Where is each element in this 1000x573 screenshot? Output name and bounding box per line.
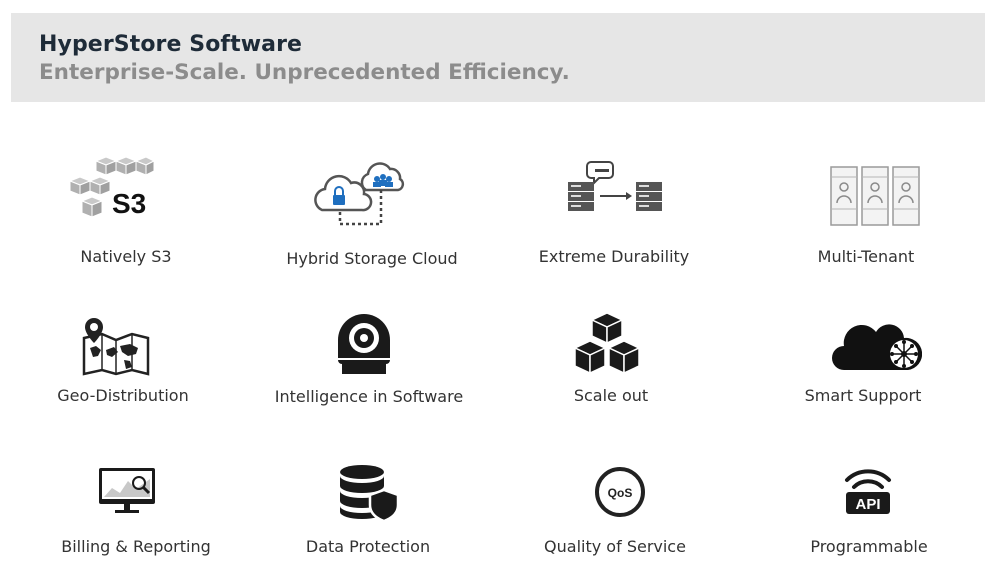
multi-tenant-icon [829, 165, 921, 227]
monitor-chart-icon [97, 466, 157, 516]
feature-label-hybrid-storage-cloud: Hybrid Storage Cloud [286, 249, 458, 268]
qos-icon-text: QoS [608, 486, 633, 500]
s3-cubes-icon: S3 [68, 155, 158, 221]
stacked-cubes-icon [572, 311, 642, 377]
hybrid-cloud-icon [310, 160, 405, 230]
header-banner: HyperStore Software Enterprise-Scale. Un… [11, 13, 985, 102]
database-shield-icon [338, 464, 400, 522]
feature-label-scale-out: Scale out [573, 386, 649, 405]
world-map-pin-icon [80, 316, 152, 376]
feature-label-intelligence-in-software: Intelligence in Software [274, 387, 464, 406]
feature-label-extreme-durability: Extreme Durability [538, 247, 690, 266]
feature-label-programmable: Programmable [810, 537, 928, 556]
feature-label-geo-distribution: Geo-Distribution [57, 386, 189, 405]
feature-label-multi-tenant: Multi-Tenant [817, 247, 915, 266]
feature-label-natively-s3: Natively S3 [80, 247, 172, 266]
s3-icon-text: S3 [112, 188, 146, 219]
qos-icon: QoS [594, 466, 646, 518]
feature-label-smart-support: Smart Support [804, 386, 922, 405]
api-icon-text: API [855, 496, 880, 513]
feature-label-quality-of-service: Quality of Service [544, 537, 686, 556]
cloud-support-icon [830, 316, 922, 374]
api-wifi-icon: API [843, 464, 893, 518]
vault-icon [334, 312, 394, 376]
page-subtitle: Enterprise-Scale. Unprecedented Efficien… [39, 60, 570, 85]
feature-label-billing-reporting: Billing & Reporting [61, 537, 211, 556]
page-title: HyperStore Software [39, 32, 303, 57]
feature-label-data-protection: Data Protection [305, 537, 431, 556]
server-replication-icon [566, 160, 666, 215]
